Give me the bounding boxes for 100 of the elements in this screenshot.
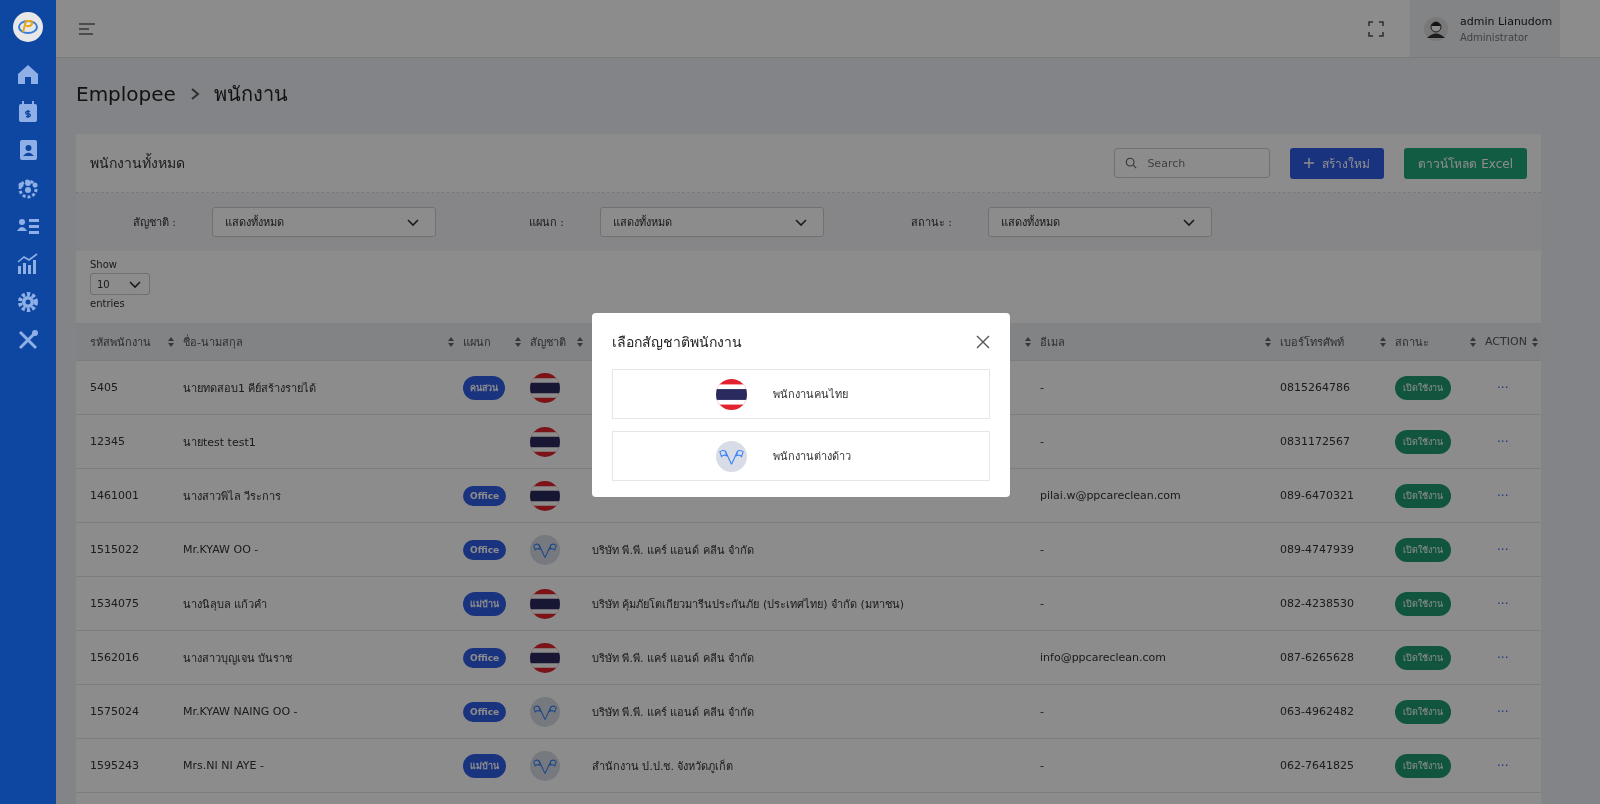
department-tag: คนสวน [463,375,505,400]
table-cell-text: 087-6265628 [1280,651,1355,664]
filter-select[interactable]: แสดงทั้งหมด [600,207,824,237]
thai-flag-icon [530,480,560,511]
sort-icon[interactable] [447,335,455,348]
table-cell-text: - [1040,597,1045,610]
column-header[interactable]: อีเมล [1040,332,1065,351]
search-field[interactable]: Search [1114,148,1271,178]
table-cell-text: 0815264786 [1280,381,1351,394]
length-label: entries [90,298,125,309]
user-menu[interactable]: admin Lianudom Administrator [1410,0,1560,57]
sort-icon[interactable] [167,335,175,348]
bar-chart-icon[interactable] [16,252,40,276]
department-tag: Office [463,485,507,506]
table-cell-text: 5405 [90,381,119,394]
card-title: พนักงานทั้งหมด [90,152,186,173]
calendar-icon[interactable] [16,100,40,124]
table-cell-text: 1515022 [90,543,140,556]
sort-icon[interactable] [1024,335,1032,348]
table-cell-text: - [1040,759,1045,772]
user-name: admin Lianudom [1460,14,1553,28]
status-tag: เปิดใช้งาน [1395,753,1451,778]
status-tag: เปิดใช้งาน [1395,591,1451,616]
more-actions[interactable]: ··· [1485,704,1509,719]
table-cell-text: 1595243 [90,759,140,772]
more-actions[interactable]: ··· [1485,488,1509,503]
table-cell-text: นายtest test1 [183,434,257,451]
more-actions[interactable]: ··· [1485,596,1509,611]
more-actions[interactable]: ··· [1485,434,1509,449]
excel-button[interactable]: ดาวน์โหลด Excel [1404,147,1527,179]
filter-select[interactable]: แสดงทั้งหมด [988,207,1212,237]
table-cell-text: นางสาวบุญเจน บันราช [183,650,294,667]
home-icon[interactable] [16,62,40,86]
sort-icon[interactable] [1469,335,1477,348]
logo-icon [13,12,43,42]
sort-icon[interactable] [1379,335,1387,348]
crossed-flags-icon [530,750,560,781]
table-cell-text: 062-7641825 [1280,759,1355,772]
chevron-right-icon [189,87,200,101]
search-icon [1125,157,1138,169]
create-button[interactable]: สร้างใหม่ [1290,147,1385,179]
filter-label: แผนก : [527,215,565,231]
settings-icon[interactable] [16,290,40,314]
status-tag: เปิดใช้งาน [1395,537,1451,562]
sort-icon[interactable] [1264,335,1272,348]
user-role: Administrator [1460,31,1530,43]
sort-icon[interactable] [576,335,584,348]
more-actions[interactable]: ··· [1485,380,1509,395]
thai-flag-icon [530,372,560,403]
column-header[interactable]: สถานะ [1395,332,1429,351]
filter-select[interactable]: แสดงทั้งหมด [212,207,436,237]
table-cell-text: - [1040,705,1045,718]
table-cell: บริษัท พี.พี. แคร์ แอนด์ คลีน จำกัด [592,651,755,665]
table-cell: บริษัท พี.พี. แคร์ แอนด์ คลีน จำกัด [592,705,755,719]
plus-icon [1304,158,1315,168]
breadcrumb-item: พนักงาน [213,81,288,108]
more-actions[interactable]: ··· [1485,650,1509,665]
table-cell-text: - [1040,381,1045,394]
table-cell-text: Mr.KYAW NAING OO - [183,705,299,718]
table-cell-text: info@ppcareclean.com [1040,651,1167,664]
tools-icon[interactable] [16,328,40,352]
table-cell-text: 1575024 [90,705,140,718]
department-tag: Office [463,701,507,722]
sort-icon[interactable] [1531,335,1539,348]
table-cell-text: 0831172567 [1280,435,1351,448]
column-header[interactable]: ชื่อ-นามสกุล [183,332,243,351]
dialog-title: เลือกสัญชาติพนักงาน [612,333,742,352]
nationality-option[interactable]: พนักงานต่างด้าว [612,431,990,481]
table-cell-text: 082-4238530 [1280,597,1355,610]
crossed-flags-icon [716,440,747,472]
table-cell: สำนักงาน ป.ป.ช. จังหวัดภูเก็ต [592,759,734,773]
close-icon[interactable] [976,335,990,349]
status-tag: เปิดใช้งาน [1395,429,1451,454]
column-header[interactable]: แผนก [463,332,491,351]
breadcrumb-item[interactable]: Emplopee [76,82,176,106]
table-cell-text: 1461001 [90,489,140,502]
more-actions[interactable]: ··· [1485,542,1509,557]
table-cell-text: Mr.KYAW OO - [183,543,260,556]
page-length-select[interactable]: 10 [90,273,150,295]
column-header[interactable]: ACTION [1485,335,1527,348]
table-cell-text: 12345 [90,435,126,448]
column-header[interactable]: เบอร์โทรศัพท์ [1280,332,1344,351]
table-cell: บริษัท คุ้มภัยโตเกียวมารีนประกันภัย (ประเทศไทย) จำกัด (มหาชน) [592,597,905,611]
status-tag: เปิดใช้งาน [1395,375,1451,400]
more-actions[interactable]: ··· [1485,758,1509,773]
table-cell-text: นางนิลุบล แก้วคำ [183,596,269,613]
department-tag: แม่บ้าน [463,591,506,616]
fullscreen-icon[interactable] [1368,20,1384,37]
column-header[interactable]: สัญชาติ [530,332,566,351]
crossed-flags-icon [530,696,560,727]
length-label: Show [90,259,117,270]
sort-icon[interactable] [514,335,522,348]
table-cell-text: 089-6470321 [1280,489,1355,502]
table-cell-text: 1534075 [90,597,140,610]
menu-icon[interactable] [78,21,96,36]
table-cell-text: 063-4962482 [1280,705,1355,718]
nationality-option[interactable]: พนักงานคนไทย [612,369,990,419]
status-tag: เปิดใช้งาน [1395,483,1451,508]
department-tag: แม่บ้าน [463,753,506,778]
column-header[interactable]: รหัสพนักงาน [90,332,151,351]
